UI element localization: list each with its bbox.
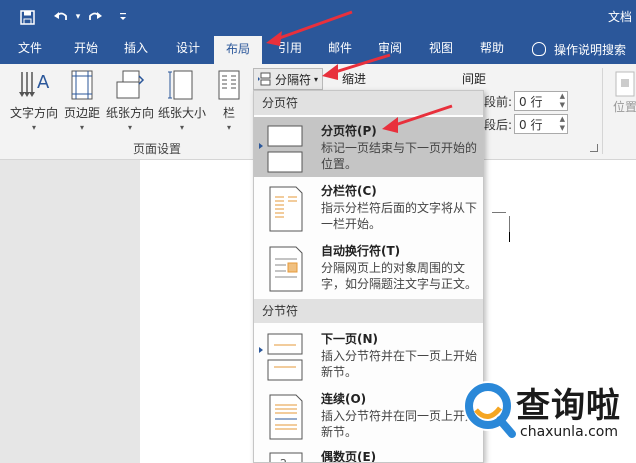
continuous-icon (269, 394, 303, 440)
text-direction-icon: A (19, 72, 50, 97)
ribbon-tabs: 文件 开始 插入 设计 布局 引用 邮件 审阅 视图 帮助 操作说明搜索 (0, 34, 636, 64)
indent-label: 缩进 (342, 72, 367, 86)
chevron-down-icon: ▾ (226, 123, 231, 132)
margin-corner-mark (492, 212, 506, 213)
group-divider (602, 68, 603, 154)
menu-item-title: 自动换行符(T) (321, 244, 401, 258)
spacing-after-row: 段后: 0 行 ▲ ▼ (484, 114, 569, 134)
menu-item-title: 偶数页(E) (321, 450, 377, 463)
position-button[interactable]: 位置 (610, 70, 636, 115)
menu-item-description: 插入分节符并在同一页上开始新节。 (321, 409, 478, 439)
chevron-down-icon: ▾ (31, 123, 36, 132)
margins-button[interactable]: 页边距 ▾ (62, 68, 102, 132)
size-label: 纸张大小 (157, 106, 206, 120)
margins-icon (71, 70, 93, 100)
position-label: 位置 (612, 100, 636, 114)
tab-home[interactable]: 开始 (64, 34, 108, 64)
title-bar: ▾ 文档 (0, 0, 636, 34)
chevron-down-icon: ▾ (314, 74, 319, 84)
tab-layout[interactable]: 布局 (214, 36, 262, 64)
menu-item-continuous[interactable]: 连续(O) 插入分节符并在同一页上开始新节。 (254, 385, 483, 443)
spacing-after-input[interactable]: 0 行 ▲ ▼ (514, 114, 569, 134)
menu-item-title: 分页符(P) (321, 124, 377, 138)
save-icon[interactable] (16, 5, 38, 29)
menu-item-page-break[interactable]: 分页符(P) 标记一页结束与下一页开始的位置。 (254, 117, 483, 177)
menu-item-title: 分栏符(C) (321, 184, 377, 198)
column-break-icon (269, 186, 303, 232)
spacing-label: 间距 (462, 72, 487, 86)
orientation-button[interactable]: 纸张方向 ▾ (104, 68, 156, 132)
text-direction-button[interactable]: A 文字方向 ▾ (8, 68, 60, 132)
menu-item-even-page[interactable]: 2 偶数页(E) (254, 443, 483, 463)
chevron-down-icon: ▾ (79, 123, 84, 132)
tab-design[interactable]: 设计 (166, 34, 210, 64)
breaks-icon (258, 72, 271, 86)
orientation-label: 纸张方向 (105, 106, 154, 120)
tab-insert[interactable]: 插入 (114, 34, 158, 64)
tab-review[interactable]: 审阅 (368, 34, 412, 64)
next-page-icon (267, 333, 303, 381)
tab-view[interactable]: 视图 (419, 34, 463, 64)
svg-text:A: A (37, 72, 50, 93)
menu-item-title: 连续(O) (321, 392, 367, 406)
spacing-before-label: 段前: (484, 94, 513, 109)
tell-me-label: 操作说明搜索 (554, 42, 627, 57)
magnifier-logo-icon (463, 381, 516, 438)
section-header-section-breaks: 分节符 (254, 299, 483, 323)
marker-icon (259, 143, 263, 149)
breaks-button[interactable]: 分隔符 ▾ (253, 68, 324, 90)
tab-references[interactable]: 引用 (268, 34, 312, 64)
orientation-icon (116, 70, 145, 99)
even-page-icon: 2 (269, 452, 303, 463)
menu-item-text-wrapping-break[interactable]: 自动换行符(T) 分隔网页上的对象周围的文字，如分隔题注文字与正文。 (254, 237, 483, 299)
position-icon (615, 71, 635, 97)
text-cursor (509, 232, 510, 242)
customize-qat-icon[interactable] (112, 5, 134, 29)
menu-item-description: 指示分栏符后面的文字将从下一栏开始。 (321, 201, 478, 231)
menu-item-description: 分隔网页上的对象周围的文字，如分隔题注文字与正文。 (321, 261, 478, 291)
page-setup-group-label: 页面设置 (133, 142, 182, 156)
menu-item-title: 下一页(N) (321, 332, 379, 346)
menu-item-next-page[interactable]: 下一页(N) 插入分节符并在下一页上开始新节。 (254, 325, 483, 385)
watermark-text: 查询啦 (516, 386, 621, 426)
page-break-icon (267, 125, 303, 173)
marker-icon (259, 347, 263, 353)
chevron-down-icon: ▾ (127, 123, 132, 132)
paragraph-dialog-launcher-icon[interactable] (590, 144, 598, 152)
watermark-logo: 查询啦 chaxunla.com (458, 376, 634, 460)
section-header-page-breaks: 分页符 (254, 91, 483, 115)
columns-icon (218, 70, 240, 100)
watermark-url: chaxunla.com (520, 424, 618, 440)
menu-item-description: 标记一页结束与下一页开始的位置。 (321, 141, 478, 171)
text-direction-label: 文字方向 (9, 106, 58, 120)
columns-button[interactable]: 栏 ▾ (214, 68, 244, 132)
tab-file[interactable]: 文件 (8, 34, 52, 64)
spacing-before-input[interactable]: 0 行 ▲ ▼ (514, 91, 569, 111)
lightbulb-icon (532, 42, 546, 56)
chevron-down-icon: ▾ (179, 123, 184, 132)
columns-label: 栏 (222, 106, 235, 120)
menu-item-column-break[interactable]: 分栏符(C) 指示分栏符后面的文字将从下一栏开始。 (254, 177, 483, 237)
svg-text:2: 2 (280, 457, 287, 463)
tab-help[interactable]: 帮助 (470, 34, 514, 64)
tab-mailings[interactable]: 邮件 (318, 34, 362, 64)
tell-me-search[interactable]: 操作说明搜索 (532, 34, 626, 64)
margins-label: 页边距 (63, 106, 100, 120)
breaks-label: 分隔符 (275, 72, 312, 87)
spacing-before-row: 段前: 0 行 ▲ ▼ (484, 91, 569, 111)
size-button[interactable]: 纸张大小 ▾ (156, 68, 208, 132)
paper-size-icon (168, 70, 193, 100)
text-wrapping-break-icon (269, 246, 303, 292)
breaks-dropdown-menu: 分页符 分页符(P) 标记一页结束与下一页开始的位置。 分栏符(C) 指示分栏符… (253, 90, 484, 463)
redo-icon[interactable] (84, 5, 106, 29)
spacing-after-label: 段后: (484, 117, 513, 132)
document-title: 文档 (607, 10, 632, 24)
menu-item-description: 插入分节符并在下一页上开始新节。 (321, 349, 478, 379)
